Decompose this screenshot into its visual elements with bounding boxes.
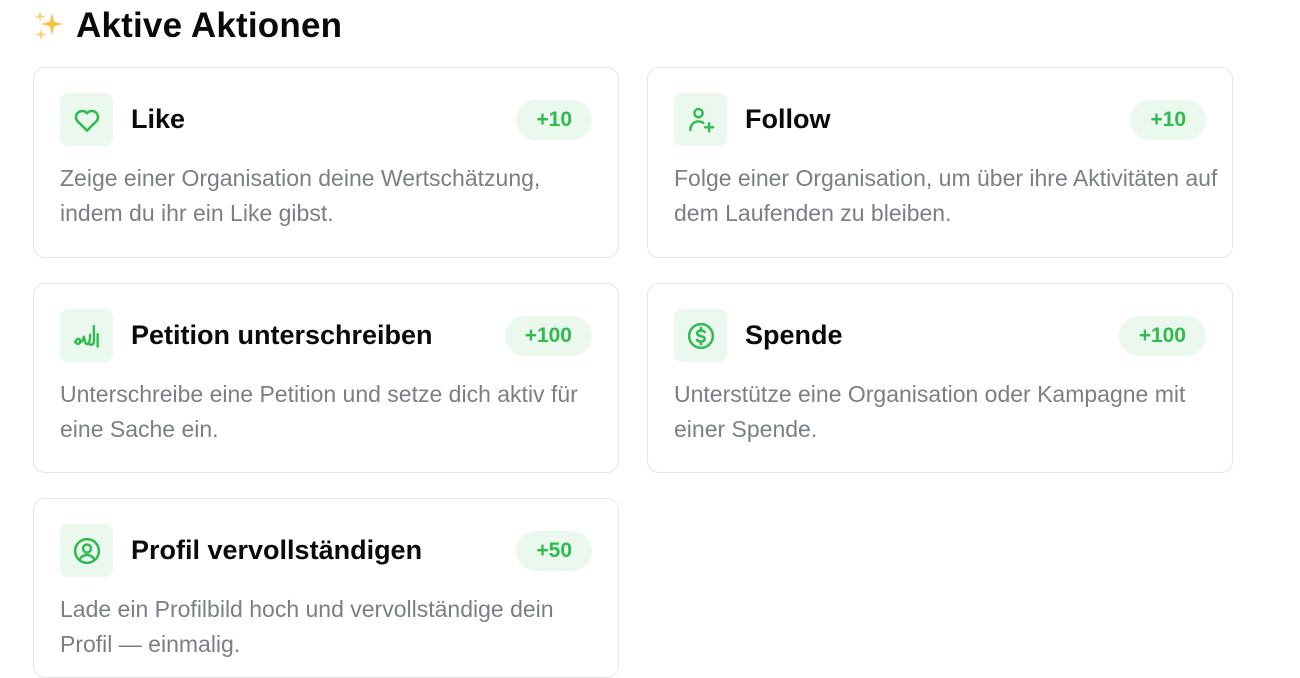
card-title: Petition unterschreiben bbox=[131, 320, 433, 350]
action-card-like[interactable]: Like +10 Zeige einer Organisation deine … bbox=[33, 67, 619, 258]
card-description: Unterstütze eine Organisation oder Kampa… bbox=[674, 381, 1186, 442]
points-badge: +100 bbox=[504, 316, 592, 356]
card-title: Spende bbox=[745, 320, 843, 350]
action-card-petition[interactable]: Petition unterschreiben +100 Unterschrei… bbox=[33, 283, 619, 473]
user-plus-icon bbox=[688, 107, 714, 132]
card-title: Follow bbox=[745, 104, 831, 134]
card-icon-container bbox=[60, 524, 113, 577]
action-card-profile[interactable]: Profil vervollständigen +50 Lade ein Pro… bbox=[33, 498, 619, 678]
card-icon-container bbox=[60, 309, 113, 362]
card-icon-container bbox=[60, 93, 113, 146]
card-icon-container bbox=[674, 309, 727, 362]
card-icon-container bbox=[674, 93, 727, 146]
heart-icon bbox=[74, 109, 99, 132]
section-header: Aktive Aktionen bbox=[32, 4, 342, 48]
card-title: Profil vervollständigen bbox=[131, 535, 423, 565]
signature-icon bbox=[73, 324, 99, 348]
points-badge: +100 bbox=[1118, 316, 1206, 356]
card-description: Unterschreibe eine Petition und setze di… bbox=[60, 381, 578, 442]
action-card-follow[interactable]: Follow +10 Folge einer Organisation, um … bbox=[647, 67, 1233, 258]
points-badge: +10 bbox=[516, 100, 592, 140]
points-badge: +10 bbox=[1130, 100, 1206, 140]
card-title: Like bbox=[131, 104, 186, 134]
section-title: Aktive Aktionen bbox=[76, 6, 343, 45]
card-description: Folge einer Organisation, um über ihre A… bbox=[674, 165, 1218, 226]
dollar-circle-icon bbox=[687, 322, 714, 349]
card-description: Zeige einer Organisation deine Wertschät… bbox=[60, 165, 541, 226]
card-description: Lade ein Profilbild hoch und vervollstän… bbox=[60, 596, 554, 657]
action-card-donation[interactable]: Spende +100 Unterstütze eine Organisatio… bbox=[647, 283, 1233, 473]
user-circle-icon bbox=[73, 537, 100, 564]
sparkles-icon bbox=[34, 11, 63, 40]
points-badge: +50 bbox=[516, 531, 592, 571]
